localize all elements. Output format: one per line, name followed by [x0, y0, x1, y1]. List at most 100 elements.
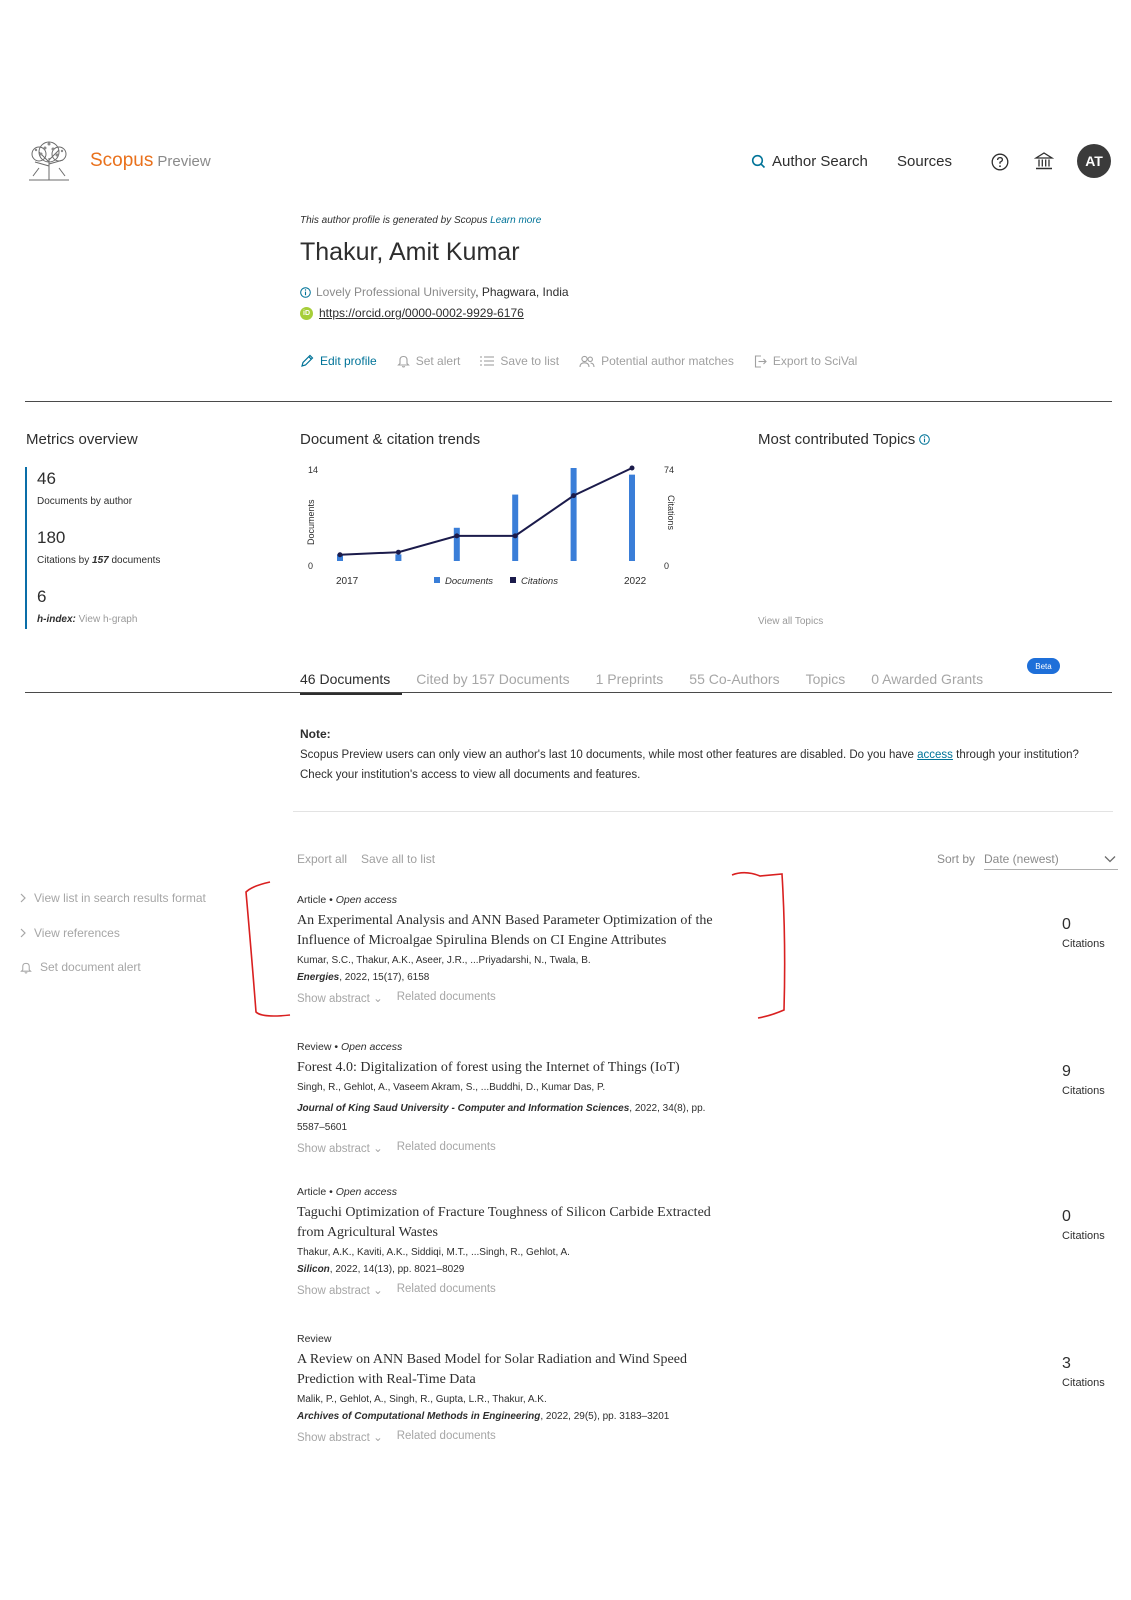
author-search-link[interactable]: Author Search: [751, 153, 868, 170]
tab-topics[interactable]: Topics: [806, 671, 846, 687]
chevron-down-icon: [1104, 855, 1116, 862]
citations-point-2019[interactable]: [454, 533, 460, 539]
document-title[interactable]: Taguchi Optimization of Fracture Toughne…: [297, 1203, 717, 1243]
access-link[interactable]: access: [917, 749, 953, 761]
tab-documents[interactable]: 46 Documents: [300, 671, 403, 695]
beta-badge: Beta: [1027, 658, 1060, 674]
save-to-list-button[interactable]: Save to list: [480, 354, 559, 368]
tab-preprints[interactable]: 1 Preprints: [596, 671, 664, 687]
document-title[interactable]: An Experimental Analysis and ANN Based P…: [297, 911, 767, 951]
help-icon[interactable]: [991, 153, 1009, 171]
metrics-overview-title: Metrics overview: [26, 431, 138, 448]
source-details: , 2022, 29(5), pp. 3183–3201: [540, 1411, 670, 1422]
document-source: Journal of King Saud University - Comput…: [297, 1099, 707, 1137]
document-type: Article: [297, 894, 327, 906]
citations-point-2021[interactable]: [571, 493, 577, 499]
learn-more-link[interactable]: Learn more: [490, 215, 541, 226]
citation-count[interactable]: 9: [1062, 1063, 1122, 1081]
show-abstract-button[interactable]: Show abstract ⌄: [297, 991, 383, 1005]
source-title[interactable]: Energies: [297, 972, 339, 983]
note-title: Note:: [300, 727, 331, 741]
institution-icon[interactable]: [1033, 151, 1055, 171]
documents-count[interactable]: 46: [37, 469, 56, 489]
h-index-label-text: h-index:: [37, 614, 76, 625]
sort-select[interactable]: Date (newest): [984, 848, 1118, 870]
documents-bar-2018[interactable]: [395, 554, 402, 561]
related-documents-link[interactable]: Related documents: [397, 1283, 496, 1297]
document-item: Article • Open access Taguchi Optimizati…: [297, 1186, 767, 1297]
view-list-link[interactable]: View list in search results format: [20, 891, 206, 905]
orcid-link[interactable]: https://orcid.org/0000-0002-9929-6176: [319, 306, 524, 320]
citations-count-label: Citations by 157 documents: [37, 555, 160, 566]
document-source: Silicon, 2022, 14(13), pp. 8021–8029: [297, 1260, 767, 1279]
trends-title: Document & citation trends: [300, 431, 481, 448]
tab-awarded-grants[interactable]: 0 Awarded Grants: [871, 671, 983, 687]
citation-count[interactable]: 0: [1062, 916, 1122, 934]
citations-point-2022[interactable]: [629, 465, 635, 471]
topics-title: Most contributed Topics: [758, 431, 916, 448]
document-item: Review A Review on ANN Based Model for S…: [297, 1333, 767, 1444]
h-index-label: h-index: View h-graph: [37, 614, 137, 625]
info-icon[interactable]: [919, 434, 931, 445]
documents-bar-2019[interactable]: [453, 527, 460, 561]
export-icon: [754, 354, 767, 368]
citations-point-2017[interactable]: [337, 552, 343, 558]
document-title[interactable]: A Review on ANN Based Model for Solar Ra…: [297, 1350, 737, 1390]
citations-count[interactable]: 180: [37, 528, 65, 548]
document-type-row: Article • Open access: [297, 1186, 397, 1198]
author-search-label: Author Search: [772, 153, 868, 170]
legend-citations-label: Citations: [521, 576, 558, 587]
affiliation-location: , Phagwara, India: [475, 285, 569, 299]
pencil-icon: [301, 354, 314, 367]
tab-cited-by[interactable]: Cited by 157 Documents: [416, 671, 569, 687]
related-documents-link[interactable]: Related documents: [397, 1141, 496, 1155]
document-type: Review: [297, 1333, 332, 1345]
source-title[interactable]: Journal of King Saud University - Comput…: [297, 1103, 629, 1114]
set-document-alert-link[interactable]: Set document alert: [20, 960, 141, 974]
set-alert-button[interactable]: Set alert: [396, 354, 461, 368]
save-all-to-list-button[interactable]: Save all to list: [361, 852, 435, 866]
sources-link[interactable]: Sources: [897, 153, 952, 170]
tab-co-authors[interactable]: 55 Co-Authors: [689, 671, 779, 687]
scopus-brand[interactable]: Scopus Preview: [90, 150, 211, 172]
view-all-topics-link[interactable]: View all Topics: [758, 616, 823, 627]
documents-bar-2022[interactable]: [629, 474, 635, 561]
export-all-button[interactable]: Export all: [297, 852, 347, 866]
user-avatar[interactable]: AT: [1077, 144, 1111, 178]
citations-point-2020[interactable]: [512, 533, 518, 539]
document-links: Show abstract ⌄ Related documents: [297, 1430, 767, 1444]
citation-label: Citations: [1062, 1377, 1105, 1389]
elsevier-logo-icon[interactable]: [25, 140, 73, 182]
show-abstract-button[interactable]: Show abstract ⌄: [297, 1141, 383, 1155]
document-type: Article: [297, 1186, 327, 1198]
citation-count[interactable]: 0: [1062, 1208, 1122, 1226]
export-to-scival-button[interactable]: Export to SciVal: [754, 354, 857, 368]
citations-point-2018[interactable]: [395, 549, 401, 555]
chevron-down-icon: ⌄: [373, 1143, 383, 1155]
citation-count[interactable]: 3: [1062, 1355, 1122, 1373]
show-abstract-button[interactable]: Show abstract ⌄: [297, 1283, 383, 1297]
document-type-row: Review • Open access: [297, 1041, 403, 1053]
source-title[interactable]: Silicon: [297, 1264, 330, 1275]
view-references-label: View references: [34, 926, 120, 940]
edit-profile-button[interactable]: Edit profile: [300, 354, 377, 368]
documents-bar-2020[interactable]: [512, 494, 519, 561]
source-title[interactable]: Archives of Computational Methods in Eng…: [297, 1411, 540, 1422]
view-references-link[interactable]: View references: [20, 926, 120, 940]
set-alert-label: Set alert: [415, 354, 461, 368]
affiliation-link[interactable]: Lovely Professional University: [316, 285, 475, 299]
author-name: Thakur, Amit Kumar: [300, 238, 520, 266]
left-axis-label: Documents: [306, 499, 316, 545]
tabs-divider: [25, 692, 1112, 693]
view-h-graph-link[interactable]: View h-graph: [79, 614, 138, 625]
show-abstract-button[interactable]: Show abstract ⌄: [297, 1430, 383, 1444]
open-access-label: Open access: [335, 894, 397, 906]
related-documents-link[interactable]: Related documents: [397, 991, 496, 1005]
related-documents-link[interactable]: Related documents: [397, 1430, 496, 1444]
citations-label-pre: Citations by: [37, 555, 93, 566]
documents-bar-2021[interactable]: [570, 468, 577, 561]
chevron-right-icon: [20, 928, 26, 938]
potential-author-matches-button[interactable]: Potential author matches: [579, 354, 734, 368]
document-title[interactable]: Forest 4.0: Digitalization of forest usi…: [297, 1058, 767, 1078]
brand-suffix: Preview: [157, 153, 211, 170]
